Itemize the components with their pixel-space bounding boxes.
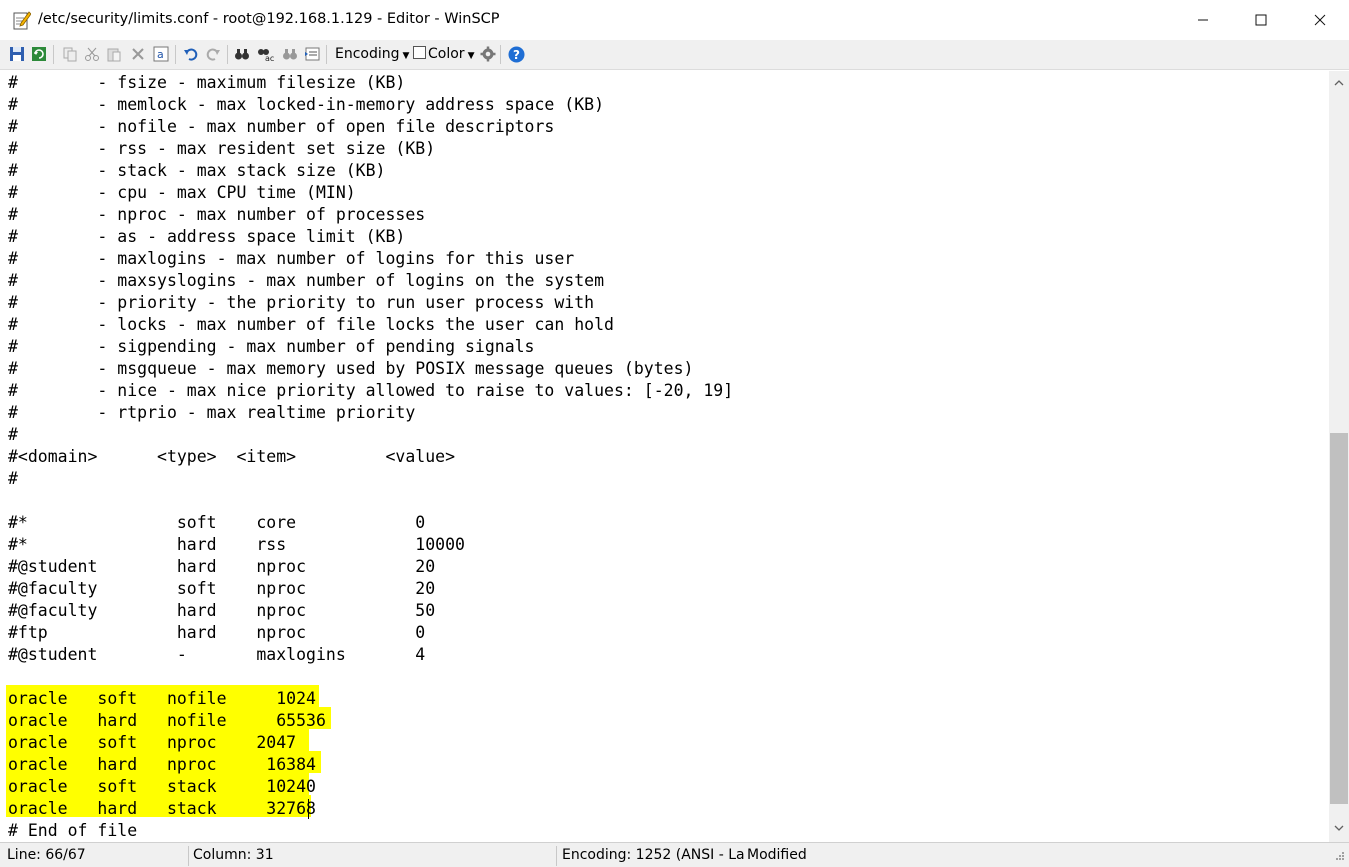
code-line: #* hard rss 10000: [8, 535, 465, 554]
code-line: # - nice - max nice priority allowed to …: [8, 381, 734, 400]
text-editor[interactable]: # - fsize - maximum filesize (KB) # - me…: [0, 71, 1329, 842]
copy-icon[interactable]: [60, 44, 80, 64]
status-line: Line: 66/67: [7, 847, 86, 863]
svg-text:?: ?: [513, 48, 520, 62]
scroll-down-icon[interactable]: [1329, 818, 1349, 838]
code-line: #ftp hard nproc 0: [8, 623, 426, 642]
code-line: # - maxsyslogins - max number of logins …: [8, 271, 605, 290]
code-line: # - rtprio - max realtime priority: [8, 403, 416, 422]
redo-icon[interactable]: [203, 44, 223, 64]
code-line: # End of file: [8, 821, 138, 840]
scroll-up-icon[interactable]: [1329, 73, 1349, 93]
cut-icon[interactable]: [82, 44, 102, 64]
status-column: Column: 31: [193, 847, 274, 863]
svg-text:ac: ac: [265, 54, 274, 62]
title-bar: /etc/security/limits.conf - root@192.168…: [0, 0, 1349, 40]
code-line: # - memlock - max locked-in-memory addre…: [8, 95, 605, 114]
goto-line-icon[interactable]: [302, 44, 322, 64]
save-icon[interactable]: [7, 44, 27, 64]
maximize-button[interactable]: [1232, 0, 1290, 40]
code-line: #@faculty soft nproc 20: [8, 579, 436, 598]
code-line: oracle hard nofile 65536: [8, 711, 326, 730]
code-line: # - fsize - maximum filesize (KB): [8, 73, 406, 92]
close-button[interactable]: [1291, 0, 1349, 40]
minimize-button[interactable]: [1174, 0, 1232, 40]
code-line: oracle hard nproc 16384: [8, 755, 316, 774]
status-modified: Modified: [747, 847, 807, 863]
code-line: # - as - address space limit (KB): [8, 227, 406, 246]
code-line: #@student - maxlogins 4: [8, 645, 426, 664]
code-line: # - priority - the priority to run user …: [8, 293, 595, 312]
delete-icon[interactable]: [128, 44, 148, 64]
paste-icon[interactable]: [104, 44, 124, 64]
code-line: # - nproc - max number of processes: [8, 205, 426, 224]
svg-text:a: a: [157, 48, 164, 61]
code-line: oracle soft nofile 1024: [8, 689, 316, 708]
status-bar: Line: 66/67 Column: 31 Encoding: 1252 (A…: [0, 842, 1349, 867]
find-icon[interactable]: [232, 44, 252, 64]
code-line: #: [8, 425, 18, 444]
code-line: #: [8, 469, 18, 488]
code-line: oracle soft nproc 2047: [8, 733, 297, 752]
code-line: # - msgqueue - max memory used by POSIX …: [8, 359, 694, 378]
undo-icon[interactable]: [181, 44, 201, 64]
text-cursor: [308, 799, 309, 819]
code-line: # - nofile - max number of open file des…: [8, 117, 555, 136]
code-line: #@faculty hard nproc 50: [8, 601, 436, 620]
select-all-icon[interactable]: a: [151, 44, 171, 64]
window-title: /etc/security/limits.conf - root@192.168…: [38, 11, 500, 27]
code-line: # - rss - max resident set size (KB): [8, 139, 436, 158]
code-line: #@student hard nproc 20: [8, 557, 436, 576]
code-line: # - sigpending - max number of pending s…: [8, 337, 535, 356]
code-line: # - stack - max stack size (KB): [8, 161, 386, 180]
code-line: # - locks - max number of file locks the…: [8, 315, 614, 334]
replace-icon[interactable]: ac: [256, 44, 276, 64]
color-dropdown[interactable]: Color ▼: [413, 46, 474, 62]
code-line: #<domain> <type> <item> <value>: [8, 447, 456, 466]
help-icon[interactable]: ?: [506, 44, 526, 64]
editor-notepad-icon: [13, 10, 32, 30]
code-line: # - cpu - max CPU time (MIN): [8, 183, 356, 202]
encoding-dropdown[interactable]: Encoding ▼: [335, 46, 409, 62]
code-line: oracle soft stack 10240: [8, 777, 316, 796]
settings-gear-icon[interactable]: [478, 44, 498, 64]
scrollbar-thumb[interactable]: [1330, 433, 1348, 804]
code-line: # - maxlogins - max number of logins for…: [8, 249, 575, 268]
find-next-icon[interactable]: [280, 44, 300, 64]
code-line: oracle hard stack 32768: [8, 799, 316, 818]
code-line: #* soft core 0: [8, 513, 426, 532]
editor-toolbar: a ac Encoding ▼ Color ▼ ?: [0, 40, 1349, 70]
color-checkbox-icon: [413, 46, 426, 59]
resize-grip-icon[interactable]: [1333, 851, 1345, 867]
reload-icon[interactable]: [29, 44, 49, 64]
status-encoding: Encoding: 1252 (ANSI - Lat: [562, 847, 745, 863]
